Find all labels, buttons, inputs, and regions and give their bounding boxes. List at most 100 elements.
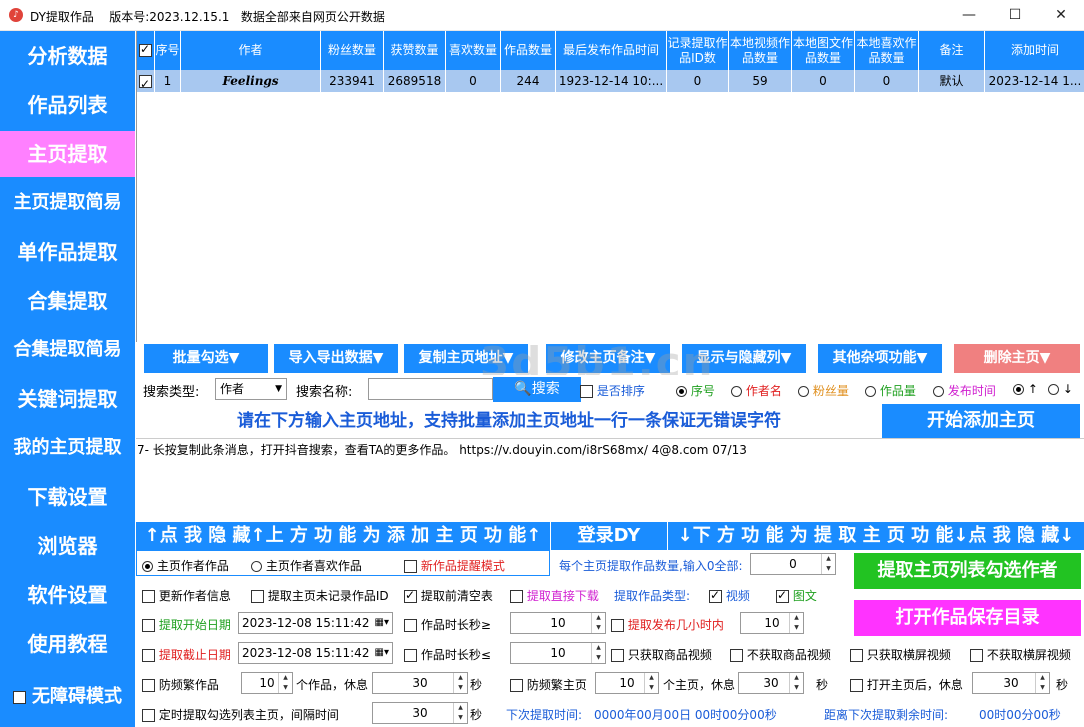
- open-home-checkbox[interactable]: [850, 679, 863, 692]
- sidebar-item-home-extract[interactable]: 主页提取: [0, 131, 135, 177]
- hide-bottom-toggle[interactable]: ↓下 方 功 能 为 提 取 主 页 功 能↓点 我 隐 藏↓: [668, 522, 1084, 550]
- minimize-button[interactable]: —: [946, 0, 992, 31]
- start-date-picker[interactable]: 2023-12-08 15:11:42 ▦▾: [238, 612, 393, 634]
- anti-works-checkbox[interactable]: [142, 679, 155, 692]
- start-date-toggle[interactable]: 提取开始日期: [142, 616, 231, 633]
- duration-le-checkbox[interactable]: [404, 649, 417, 662]
- anti-home-count-spinner[interactable]: 10 ▲ ▼: [595, 672, 659, 694]
- sort-publish-radio[interactable]: [933, 386, 944, 397]
- delete-home-button[interactable]: 删除主页▼: [954, 344, 1080, 373]
- hours-checkbox[interactable]: [611, 619, 624, 632]
- col-header-local-likes[interactable]: 本地喜欢作品数量: [855, 31, 919, 70]
- anti-home-toggle[interactable]: 防频繁主页: [510, 676, 587, 693]
- open-save-dir-button[interactable]: 打开作品保存目录: [854, 600, 1081, 636]
- misc-functions-button[interactable]: 其他杂项功能▼: [818, 344, 942, 373]
- anti-works-sec-spinner[interactable]: 30 ▲ ▼: [372, 672, 468, 694]
- sort-fans-radio[interactable]: [798, 386, 809, 397]
- new-remind-toggle[interactable]: 新作品提醒模式: [404, 557, 505, 574]
- hide-top-toggle[interactable]: ↑点 我 隐 藏↑上 方 功 能 为 添 加 主 页 功 能↑: [136, 522, 550, 550]
- home-likes-radio[interactable]: [251, 561, 262, 572]
- row-checkbox-cell[interactable]: [137, 70, 155, 92]
- col-header-local-video[interactable]: 本地视频作品数量: [729, 31, 792, 70]
- anti-works-toggle[interactable]: 防频繁作品: [142, 676, 219, 693]
- end-date-checkbox[interactable]: [142, 649, 155, 662]
- anti-works-count-spinner[interactable]: 10 ▲ ▼: [241, 672, 293, 694]
- sort-option-index[interactable]: 序号: [676, 382, 715, 399]
- order-asc-radio[interactable]: [1013, 384, 1024, 395]
- order-asc[interactable]: ↑: [1013, 382, 1038, 396]
- sidebar-item-keyword-extract[interactable]: 关键词提取: [0, 376, 135, 422]
- sidebar-item-collection-extract[interactable]: 合集提取: [0, 278, 135, 324]
- spinner-arrows-icon[interactable]: ▲ ▼: [591, 643, 605, 663]
- open-home-toggle[interactable]: 打开主页后，休息: [850, 676, 963, 693]
- sidebar-item-works-list[interactable]: 作品列表: [0, 82, 135, 128]
- close-button[interactable]: ✕: [1038, 0, 1084, 31]
- col-header-author[interactable]: 作者: [181, 31, 321, 70]
- col-header-added-time[interactable]: 添加时间: [985, 31, 1084, 70]
- col-header-recorded-ids[interactable]: 记录提取作品ID数: [667, 31, 729, 70]
- col-header-likes[interactable]: 喜欢数量: [446, 31, 501, 70]
- col-header-local-image[interactable]: 本地图文作品数量: [792, 31, 855, 70]
- unrecorded-toggle[interactable]: 提取主页未记录作品ID: [251, 587, 389, 604]
- end-date-picker[interactable]: 2023-12-08 15:11:42 ▦▾: [238, 642, 393, 664]
- search-button[interactable]: 🔍搜索: [493, 377, 581, 402]
- only-goods-checkbox[interactable]: [611, 649, 624, 662]
- select-all-checkbox[interactable]: [139, 42, 152, 57]
- sort-option-author[interactable]: 作者名: [731, 382, 782, 399]
- search-type-select[interactable]: 作者 ▼: [215, 378, 287, 400]
- duration-le-spinner[interactable]: 10 ▲ ▼: [510, 642, 606, 664]
- calendar-icon[interactable]: ▦▾: [375, 613, 389, 633]
- search-name-input[interactable]: [368, 378, 493, 400]
- duration-ge-toggle[interactable]: 作品时长秒≥: [404, 616, 491, 633]
- order-desc-radio[interactable]: [1048, 384, 1059, 395]
- anti-home-checkbox[interactable]: [510, 679, 523, 692]
- timer-toggle[interactable]: 定时提取勾选列表主页，间隔时间: [142, 706, 339, 723]
- anti-home-sec-spinner[interactable]: 30 ▲ ▼: [738, 672, 804, 694]
- spinner-arrows-icon[interactable]: ▲ ▼: [453, 703, 467, 723]
- no-goods-checkbox[interactable]: [730, 649, 743, 662]
- per-home-spinner[interactable]: 0 ▲ ▼: [750, 553, 836, 575]
- only-landscape-checkbox[interactable]: [850, 649, 863, 662]
- timer-spinner[interactable]: 30 ▲ ▼: [372, 702, 468, 724]
- sidebar-item-single-extract[interactable]: 单作品提取: [0, 229, 135, 275]
- sidebar-item-analysis[interactable]: 分析数据: [0, 33, 135, 79]
- sort-toggle[interactable]: 是否排序: [580, 382, 645, 399]
- new-remind-checkbox[interactable]: [404, 560, 417, 573]
- clear-before-toggle[interactable]: 提取前清空表: [404, 587, 493, 604]
- sidebar-item-my-home-extract[interactable]: 我的主页提取: [0, 425, 135, 471]
- timer-checkbox[interactable]: [142, 709, 155, 722]
- only-landscape-toggle[interactable]: 只获取横屏视频: [850, 646, 951, 663]
- start-date-checkbox[interactable]: [142, 619, 155, 632]
- login-dy-button[interactable]: 登录DY: [550, 522, 668, 550]
- hours-toggle[interactable]: 提取发布几小时内: [611, 616, 724, 633]
- sort-index-radio[interactable]: [676, 386, 687, 397]
- sort-option-works[interactable]: 作品量: [865, 382, 916, 399]
- home-url-textarea[interactable]: 7- 长按复制此条消息，打开抖音搜索，查看TA的更多作品。 https://v.…: [136, 438, 1084, 522]
- unrecorded-checkbox[interactable]: [251, 590, 264, 603]
- spinner-arrows-icon[interactable]: ▲ ▼: [789, 613, 803, 633]
- col-header-works[interactable]: 作品数量: [501, 31, 556, 70]
- spinner-arrows-icon[interactable]: ▲ ▼: [453, 673, 467, 693]
- no-landscape-toggle[interactable]: 不获取横屏视频: [970, 646, 1071, 663]
- direct-download-toggle[interactable]: 提取直接下载: [510, 587, 599, 604]
- sidebar-item-collection-extract-simple[interactable]: 合集提取简易: [0, 327, 135, 373]
- col-header-likes-received[interactable]: 获赞数量: [384, 31, 446, 70]
- sidebar-item-software-settings[interactable]: 软件设置: [0, 572, 135, 618]
- sidebar-item-tutorial[interactable]: 使用教程: [0, 621, 135, 667]
- accessible-mode-checkbox[interactable]: [13, 690, 26, 704]
- spinner-arrows-icon[interactable]: ▲ ▼: [821, 554, 835, 574]
- duration-ge-spinner[interactable]: 10 ▲ ▼: [510, 612, 606, 634]
- clear-before-checkbox[interactable]: [404, 588, 417, 603]
- type-image-toggle[interactable]: 图文: [776, 587, 817, 604]
- type-image-checkbox[interactable]: [776, 588, 789, 603]
- sort-option-fans[interactable]: 粉丝量: [798, 382, 849, 399]
- accessible-mode-toggle[interactable]: 无障碍模式: [0, 674, 135, 720]
- import-export-button[interactable]: 导入导出数据▼: [274, 344, 398, 373]
- duration-le-toggle[interactable]: 作品时长秒≤: [404, 646, 491, 663]
- sort-checkbox[interactable]: [580, 385, 593, 398]
- spinner-arrows-icon[interactable]: ▲ ▼: [644, 673, 658, 693]
- sort-author-radio[interactable]: [731, 386, 742, 397]
- no-landscape-checkbox[interactable]: [970, 649, 983, 662]
- spinner-arrows-icon[interactable]: ▲ ▼: [789, 673, 803, 693]
- col-header-last-publish[interactable]: 最后发布作品时间: [556, 31, 667, 70]
